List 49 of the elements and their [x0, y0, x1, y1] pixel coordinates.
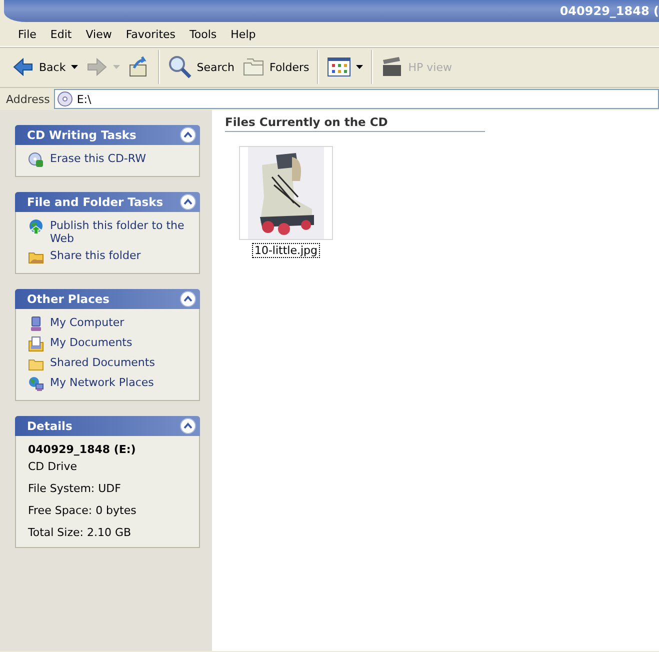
window-title: 040929_1848 (: [560, 4, 659, 18]
address-field[interactable]: E:\: [54, 89, 659, 109]
network-icon: [28, 376, 44, 392]
back-arrow-icon: [12, 56, 34, 78]
task-link[interactable]: Shared Documents: [50, 356, 155, 369]
documents-icon: [28, 336, 44, 352]
back-button[interactable]: Back: [8, 53, 82, 81]
file-name[interactable]: 10-little.jpg: [253, 244, 319, 257]
pane-title: Other Places: [27, 292, 110, 306]
task-link[interactable]: My Computer: [50, 316, 124, 329]
views-icon: [327, 57, 352, 77]
dropdown-arrow-icon[interactable]: [70, 65, 78, 69]
task-link[interactable]: Share this folder: [50, 249, 141, 262]
menu-item[interactable]: Favorites: [120, 26, 182, 42]
detail-text: Total Size: 2.10 GB: [28, 526, 132, 539]
task-link[interactable]: Erase this CD-RW: [50, 152, 146, 165]
computer-icon: [28, 316, 44, 332]
folders-icon: [242, 57, 265, 77]
collapse-icon[interactable]: [180, 291, 196, 307]
cd-icon: [56, 91, 73, 107]
search-button[interactable]: Search: [164, 52, 239, 82]
thumbnail-frame[interactable]: [239, 146, 333, 240]
folders-button[interactable]: Folders: [238, 54, 314, 80]
menu-item[interactable]: Edit: [44, 26, 78, 42]
pane-title: CD Writing Tasks: [27, 128, 136, 142]
pane-title: Details: [27, 419, 72, 433]
drive-name: 040929_1848 (E:): [28, 443, 137, 456]
pane-title: File and Folder Tasks: [27, 195, 164, 209]
cd-icon: [28, 152, 44, 168]
detail-text: File System: UDF: [28, 482, 122, 495]
address-label: Address: [6, 92, 50, 106]
menu-item[interactable]: File: [12, 26, 42, 42]
menu-item[interactable]: Tools: [184, 26, 223, 42]
clapperboard-icon: [381, 56, 404, 78]
detail-text: Free Space: 0 bytes: [28, 504, 138, 517]
collapse-icon[interactable]: [180, 194, 196, 210]
menu-item[interactable]: View: [80, 26, 118, 42]
detail-text: CD Drive: [28, 460, 78, 473]
task-link[interactable]: Publish this folder to the Web: [50, 219, 191, 245]
task-link[interactable]: My Network Places: [50, 376, 154, 389]
section-title: Files Currently on the CD: [225, 115, 485, 132]
globe-icon: [28, 219, 44, 235]
collapse-icon[interactable]: [180, 127, 196, 143]
menu-item[interactable]: Help: [224, 26, 262, 42]
task-link[interactable]: My Documents: [50, 336, 132, 349]
dropdown-arrow-icon[interactable]: [356, 65, 364, 69]
forward-arrow-icon: [86, 56, 108, 78]
collapse-icon[interactable]: [180, 418, 196, 434]
search-icon: [168, 55, 192, 79]
